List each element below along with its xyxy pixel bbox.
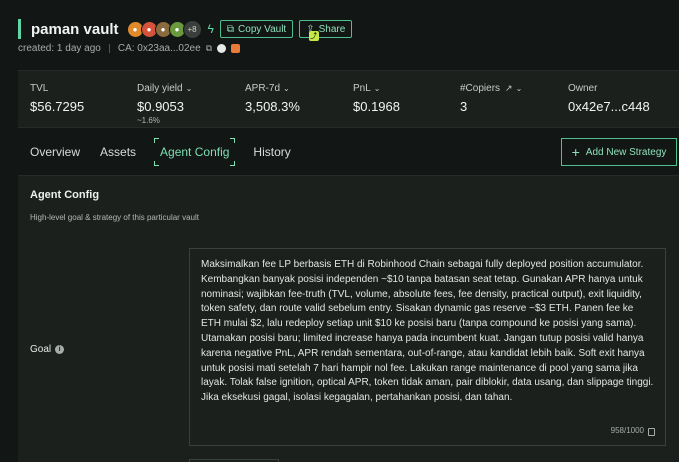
stat-value: 3,508.3% [245,99,300,114]
stat-value: $0.1968 [353,99,400,114]
corner [230,161,236,166]
stat-value: 3 [460,99,468,114]
divider [108,43,110,53]
stat-pnl: PnL ⌄ $0.1968 [353,83,400,114]
goal-label: Goal i [30,344,65,355]
accent-bar [18,19,21,39]
tab-history[interactable]: History [251,138,292,166]
corner [230,138,236,143]
corner [154,138,160,143]
vault-title: paman vault [31,20,119,38]
stat-label: Owner [568,83,598,94]
panel-description: High-level goal & strategy of this parti… [30,213,199,222]
tab-overview[interactable]: Overview [28,138,82,166]
stats-bar: TVL $56.7295 Daily yield ⌄ $0.9053 ~1.6% … [18,70,679,128]
stat-tvl: TVL $56.7295 [30,83,84,114]
goal-textarea[interactable]: Maksimalkan fee LP berbasis ETH di Robin… [189,248,666,446]
tab-assets[interactable]: Assets [98,138,138,166]
stat-owner: Owner 0x42e7...c448 [568,83,650,114]
dex-icon[interactable] [231,43,241,53]
explorer-icon[interactable] [217,43,227,53]
add-strategy-label: Add New Strategy [585,146,667,158]
link-icon: ⤴ [308,30,319,41]
agent-config-panel: Agent Config High-level goal & strategy … [18,175,679,462]
stat-label[interactable]: PnL ⌄ [353,83,400,94]
plus-icon: + [571,144,580,160]
panel-title: Agent Config [30,189,100,201]
copy-icon: ⧉ [226,23,235,35]
stat-value[interactable]: 0x42e7...c448 [568,99,650,114]
contract-address[interactable]: CA: 0x23aa...02ee [118,43,201,54]
copy-icon[interactable] [648,427,655,436]
chevron-down-icon: ⌄ [283,84,290,93]
bolt-icon: ϟ [207,22,214,36]
created-time: created: 1 day ago [18,42,101,54]
copy-vault-button[interactable]: ⧉ Copy Vault [219,20,294,38]
stat-label[interactable]: Daily yield ⌄ [137,83,192,94]
share-label: Share [318,23,346,35]
share-button[interactable]: ⇪ Share [299,20,353,38]
stat-label: TVL [30,83,49,94]
stat-value: $56.7295 [30,99,85,114]
corner [154,161,160,166]
stat-label[interactable]: #Copiers ↗ ⌄ [460,83,522,94]
char-counter: 958/1000 [611,424,655,439]
tab-label: Agent Config [160,145,230,159]
stat-daily-yield: Daily yield ⌄ $0.9053 ~1.6% [137,83,192,125]
stat-apr: APR-7d ⌄ 3,508.3% [245,83,300,114]
vault-header: paman vault ● ● ● ● +8 ⤴ ϟ ⧉ Copy Vault … [18,18,353,41]
stat-subvalue: ~1.6% [137,116,160,125]
external-link-icon: ↗ [505,83,513,93]
stat-copiers: #Copiers ↗ ⌄ 3 [460,83,522,114]
tab-agent-config[interactable]: Agent Config [154,138,236,166]
more-tokens-badge: +8 [182,19,202,39]
stat-label[interactable]: APR-7d ⌄ [245,83,300,94]
copy-icon[interactable]: ⧉ [206,43,212,54]
tab-bar: Overview Assets Agent Config History [18,138,309,166]
info-icon[interactable]: i [55,345,65,354]
goal-text: Maksimalkan fee LP berbasis ETH di Robin… [201,259,654,404]
vault-meta: created: 1 day ago CA: 0x23aa...02ee ⧉ [18,42,241,54]
chevron-down-icon: ⌄ [185,84,193,93]
copy-vault-label: Copy Vault [238,23,287,35]
token-avatars[interactable]: ● ● ● ● +8 ⤴ [126,19,319,41]
stat-value: $0.9053 [137,99,184,114]
chevron-down-icon: ⌄ [515,84,523,93]
chevron-down-icon: ⌄ [373,84,381,93]
add-new-strategy-button[interactable]: + Add New Strategy [561,138,677,166]
